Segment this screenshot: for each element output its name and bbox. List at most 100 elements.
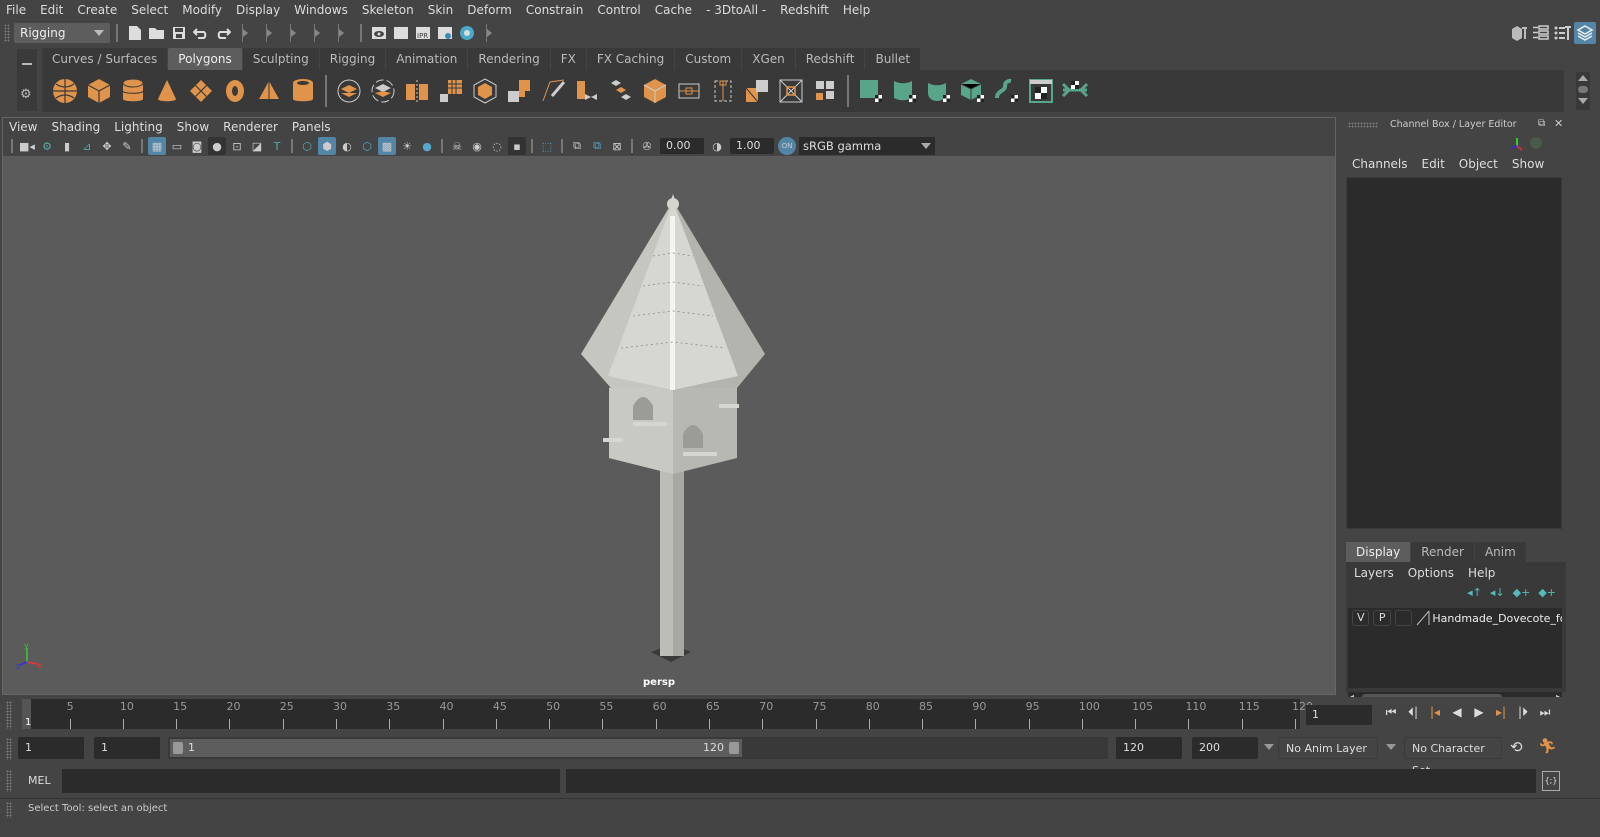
menu-display[interactable]: Display: [236, 3, 280, 17]
insert-loop-icon[interactable]: [706, 74, 740, 108]
shelf-tab-rendering[interactable]: Rendering: [468, 48, 550, 70]
float-panel-icon[interactable]: ⧉: [1538, 118, 1545, 129]
anti-aliasing-icon[interactable]: ◌: [488, 137, 506, 155]
layer-color-icon[interactable]: [1416, 610, 1430, 626]
gamma-icon[interactable]: ◑: [708, 137, 726, 155]
viewport-menu-view[interactable]: View: [9, 120, 37, 134]
range-slider-fill[interactable]: 1 120: [170, 739, 742, 757]
target-weld-icon[interactable]: [570, 74, 604, 108]
go-to-end-icon[interactable]: ⏭: [1534, 705, 1556, 723]
extrude-face-icon[interactable]: [638, 74, 672, 108]
range-start-handle[interactable]: [173, 742, 183, 754]
camera-attributes-icon[interactable]: ⚙: [38, 137, 56, 155]
channel-menu-object[interactable]: Object: [1459, 157, 1498, 171]
grease-pencil-icon[interactable]: ✎: [118, 137, 136, 155]
command-language-toggle[interactable]: MEL: [28, 774, 51, 787]
xray-active-icon[interactable]: ⧉: [588, 137, 606, 155]
smooth-shade-icon[interactable]: ⬢: [318, 137, 336, 155]
shelf-tab-animation[interactable]: Animation: [386, 48, 468, 70]
2d-pan-zoom-icon[interactable]: ✥: [98, 137, 116, 155]
fill-hole-icon[interactable]: [774, 74, 808, 108]
menu-create[interactable]: Create: [77, 3, 117, 17]
menu-set-selector[interactable]: Rigging: [14, 23, 110, 43]
current-frame-field[interactable]: 1: [1306, 705, 1372, 725]
move-layer-down-icon[interactable]: ◂↓: [1490, 586, 1505, 599]
layer-menu-options[interactable]: Options: [1408, 566, 1454, 580]
animation-end-field[interactable]: 200: [1192, 737, 1258, 759]
collapse-handle[interactable]: [314, 24, 322, 42]
menu-help[interactable]: Help: [843, 3, 870, 17]
character-set-chevron-down-icon[interactable]: [1386, 744, 1396, 750]
step-forward-key-icon[interactable]: ▸|: [1490, 705, 1512, 723]
render-settings-icon[interactable]: [434, 22, 456, 44]
field-chart-icon[interactable]: ⊡: [228, 137, 246, 155]
open-scene-icon[interactable]: [146, 22, 168, 44]
ambient-occlusion-icon[interactable]: ☠: [448, 137, 466, 155]
depth-of-field-icon[interactable]: ▪: [508, 137, 526, 155]
axis-orientation-icon[interactable]: [1510, 137, 1524, 151]
safe-action-icon[interactable]: ◪: [248, 137, 266, 155]
anim-layer-dropdown[interactable]: No Anim Layer: [1278, 737, 1378, 759]
auto-keyframe-icon[interactable]: ⟲: [1510, 738, 1523, 756]
cylindrical-uv-icon[interactable]: [888, 74, 922, 108]
move-layer-up-icon[interactable]: ◂↑: [1467, 586, 1482, 599]
channel-menu-edit[interactable]: Edit: [1422, 157, 1445, 171]
play-backwards-icon[interactable]: ◀: [1446, 705, 1468, 723]
layer-row[interactable]: V P Handmade_Dovecote_fo: [1348, 608, 1562, 628]
poly-cylinder-icon[interactable]: [116, 74, 150, 108]
layer-menu-help[interactable]: Help: [1468, 566, 1495, 580]
viewport-menu-renderer[interactable]: Renderer: [223, 120, 278, 134]
play-forwards-icon[interactable]: ▶: [1468, 705, 1490, 723]
shelf-tab-custom[interactable]: Custom: [675, 48, 742, 70]
channel-menu-show[interactable]: Show: [1512, 157, 1544, 171]
tool-settings-icon[interactable]: [1552, 22, 1574, 44]
shelf-tab-fx-caching[interactable]: FX Caching: [586, 48, 675, 70]
shelf-menu-dot-icon[interactable]: [1578, 86, 1588, 93]
render-frame-icon[interactable]: [390, 22, 412, 44]
shelf-tab-polygons[interactable]: Polygons: [168, 48, 242, 70]
viewport-menu-shading[interactable]: Shading: [51, 120, 100, 134]
menu-skeleton[interactable]: Skeleton: [362, 3, 414, 17]
toolbar-grip[interactable]: [4, 24, 10, 42]
timeline-ruler[interactable]: 1 5 10 15 20 25 30 35 40 45 50 55 60 65 70 75 80 85 90 95 1…: [22, 699, 1313, 729]
layer-display-type-toggle[interactable]: [1394, 610, 1413, 626]
playback-end-field[interactable]: 120: [1116, 737, 1182, 759]
isolate-select-icon[interactable]: ⬚: [538, 137, 556, 155]
edge-loop-icon[interactable]: [672, 74, 706, 108]
layer-menu-layers[interactable]: Layers: [1354, 566, 1394, 580]
new-scene-icon[interactable]: [124, 22, 146, 44]
select-camera-icon[interactable]: ■◂: [18, 137, 36, 155]
layer-name[interactable]: Handmade_Dovecote_fo: [1432, 612, 1562, 625]
resolution-gate-icon[interactable]: ◙: [188, 137, 206, 155]
layer-tab-anim[interactable]: Anim: [1474, 542, 1526, 562]
automatic-uv-icon[interactable]: [956, 74, 990, 108]
shelf-scroll[interactable]: [1576, 72, 1590, 110]
planar-uv-icon[interactable]: [854, 74, 888, 108]
range-slider-track[interactable]: 1 120: [168, 737, 1108, 759]
new-layer-icon[interactable]: ◆+: [1513, 586, 1531, 599]
animation-start-field[interactable]: 1: [18, 737, 84, 759]
shelf-settings-gear-icon[interactable]: ⚙: [20, 87, 32, 102]
close-panel-icon[interactable]: ✕: [1554, 117, 1563, 130]
separate-icon[interactable]: [366, 74, 400, 108]
collapse-handle[interactable]: [338, 24, 346, 42]
smooth-icon[interactable]: [434, 74, 468, 108]
shelf-tab-xgen[interactable]: XGen: [742, 48, 795, 70]
shelf-tab-fx[interactable]: FX: [550, 48, 586, 70]
menu-modify[interactable]: Modify: [182, 3, 222, 17]
shelf-tab-redshift[interactable]: Redshift: [795, 48, 865, 70]
layer-visibility-toggle[interactable]: V: [1352, 610, 1370, 626]
save-scene-icon[interactable]: [168, 22, 190, 44]
step-back-key-icon[interactable]: |◂: [1424, 705, 1446, 723]
hypershade-icon[interactable]: [456, 22, 478, 44]
command-grip[interactable]: [6, 770, 12, 792]
menu-edit[interactable]: Edit: [40, 3, 63, 17]
gate-mask-icon[interactable]: ●: [208, 137, 226, 155]
wireframe-icon[interactable]: ⬡: [298, 137, 316, 155]
step-back-frame-icon[interactable]: ⏴|: [1402, 705, 1424, 723]
viewport-menu-panels[interactable]: Panels: [292, 120, 331, 134]
timeline-grip[interactable]: [6, 701, 12, 729]
bookmark-icon[interactable]: ▮: [58, 137, 76, 155]
collapse-handle[interactable]: [486, 24, 494, 42]
menu-deform[interactable]: Deform: [467, 3, 512, 17]
